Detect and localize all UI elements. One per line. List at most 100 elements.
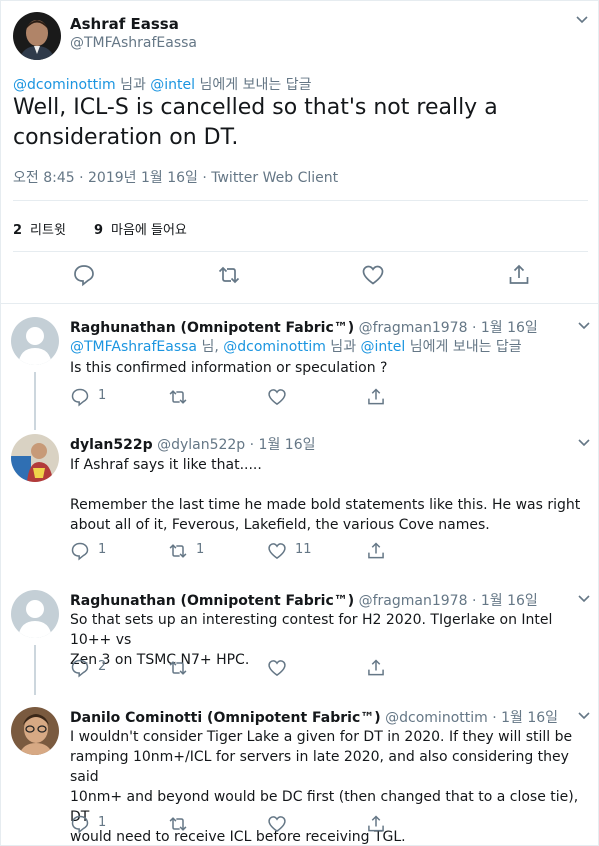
reply-text-line: about all of it, Feverous, Lakefield, th… xyxy=(70,517,490,533)
like-icon[interactable] xyxy=(361,263,385,287)
reply-author-name[interactable]: Raghunathan (Omnipotent Fabric™) xyxy=(70,320,354,336)
divider xyxy=(1,303,599,304)
reply-tweet[interactable]: Danilo Cominotti (Omnipotent Fabric™) @d… xyxy=(1,707,599,845)
reply-text-line: would need to receive ICL before receivi… xyxy=(70,829,406,845)
mention-link[interactable]: @TMFAshrafEassa xyxy=(70,339,197,355)
share-icon xyxy=(366,814,386,834)
reply-date[interactable]: 1월 16일 xyxy=(481,593,538,609)
reply-author-handle[interactable]: @dylan522p xyxy=(157,437,245,453)
thread-line xyxy=(34,645,36,695)
likes-count[interactable]: 9 xyxy=(94,223,103,238)
mention-link[interactable]: @intel xyxy=(361,339,406,355)
avatar[interactable] xyxy=(11,434,59,482)
reply-count: 1 xyxy=(98,542,107,557)
reply-header: Raghunathan (Omnipotent Fabric™) @fragma… xyxy=(70,590,538,610)
reply-text: So that sets up an interesting contest f… xyxy=(70,610,590,670)
avatar[interactable] xyxy=(11,707,59,755)
reply-date[interactable]: 1월 16일 xyxy=(501,710,558,726)
retweet-icon[interactable] xyxy=(217,263,241,287)
main-action-bar xyxy=(1,263,599,293)
dot-separator: · xyxy=(249,437,255,453)
tweet-thread: Ashraf Eassa @TMFAshrafEassa @dcominotti… xyxy=(0,0,599,846)
reply-text-line: So that sets up an interesting contest f… xyxy=(70,612,553,648)
reply-author-name[interactable]: Danilo Cominotti (Omnipotent Fabric™) xyxy=(70,710,381,726)
like-icon xyxy=(267,658,287,678)
reply-text-line: If Ashraf says it like that..... xyxy=(70,457,262,473)
reply-suffix: 님에게 보내는 답글 xyxy=(195,77,312,93)
likes-label[interactable]: 마음에 들어요 xyxy=(111,223,187,238)
reply-author-handle[interactable]: @fragman1978 xyxy=(359,320,468,336)
retweet-icon xyxy=(168,658,188,678)
reply-text-line: Is this confirmed information or specula… xyxy=(70,360,388,376)
like-icon xyxy=(267,814,287,834)
reply-date[interactable]: 1월 16일 xyxy=(481,320,538,336)
reply-icon[interactable] xyxy=(72,263,96,287)
reply-connector: 님, xyxy=(197,339,224,355)
avatar[interactable] xyxy=(13,12,61,60)
reply-text-line: ramping 10nm+/ICL for servers in late 20… xyxy=(70,749,569,785)
chevron-down-icon[interactable] xyxy=(577,321,591,331)
reply-tweet[interactable]: dylan522p @dylan522p · 1월 16일 If Ashraf … xyxy=(1,434,599,582)
reply-icon xyxy=(70,658,90,678)
chevron-down-icon[interactable] xyxy=(577,594,591,604)
reply-count: 2 xyxy=(98,659,107,674)
reply-to-line: @dcominottim 님과 @intel 님에게 보내는 답글 xyxy=(13,74,311,94)
author-name[interactable]: Ashraf Eassa xyxy=(70,15,179,33)
reply-author-name[interactable]: dylan522p xyxy=(70,437,153,453)
reply-text: If Ashraf says it like that..... Remembe… xyxy=(70,455,590,535)
reply-text-line: 10nm+ and beyond would be DC first (then… xyxy=(70,789,579,825)
reply-text-line xyxy=(70,475,590,495)
dot-separator: · xyxy=(492,710,497,726)
like-icon xyxy=(267,541,287,561)
share-icon xyxy=(366,541,386,561)
avatar[interactable] xyxy=(11,317,59,365)
chevron-down-icon[interactable] xyxy=(577,711,591,721)
reply-text-line: I wouldn't consider Tiger Lake a given f… xyxy=(70,729,573,745)
reply-text: Is this confirmed information or specula… xyxy=(70,358,590,378)
retweets-label[interactable]: 리트윗 xyxy=(30,223,66,238)
reply-date[interactable]: 1월 16일 xyxy=(259,437,316,453)
tweet-timestamp[interactable]: 오전 8:45 · 2019년 1월 16일 · Twitter Web Cli… xyxy=(13,167,338,187)
retweets-count[interactable]: 2 xyxy=(13,223,22,238)
reply-header: dylan522p @dylan522p · 1월 16일 xyxy=(70,434,315,454)
reply-author-handle[interactable]: @dcominottim xyxy=(385,710,488,726)
tweet-text: Well, ICL-S is cancelled so that's not r… xyxy=(13,95,498,150)
reply-author-handle[interactable]: @fragman1978 xyxy=(359,593,468,609)
share-icon xyxy=(366,658,386,678)
thread-line xyxy=(34,372,36,430)
main-tweet: Ashraf Eassa @TMFAshrafEassa @dcominotti… xyxy=(1,1,599,304)
author-handle[interactable]: @TMFAshrafEassa xyxy=(70,35,197,51)
mention-link[interactable]: @dcominottim xyxy=(223,339,326,355)
reply-tweet[interactable]: Raghunathan (Omnipotent Fabric™) @fragma… xyxy=(1,317,599,430)
reply-header: Raghunathan (Omnipotent Fabric™) @fragma… xyxy=(70,317,538,337)
reply-icon xyxy=(70,541,90,561)
reply-icon xyxy=(70,814,90,834)
tweet-stats: 2 리트윗 9 마음에 들어요 xyxy=(13,219,187,238)
retweet-icon xyxy=(168,541,188,561)
chevron-down-icon[interactable] xyxy=(577,438,591,448)
reply-count: 1 xyxy=(98,388,107,403)
reply-tweet[interactable]: Raghunathan (Omnipotent Fabric™) @fragma… xyxy=(1,590,599,695)
share-icon[interactable] xyxy=(507,263,531,287)
like-icon xyxy=(267,387,287,407)
retweet-icon xyxy=(168,387,188,407)
reply-to-line: @TMFAshrafEassa 님, @dcominottim 님과 @inte… xyxy=(70,337,590,357)
dot-separator: · xyxy=(471,320,477,336)
retweet-count: 1 xyxy=(196,542,205,557)
avatar[interactable] xyxy=(11,590,59,638)
mention-link[interactable]: @intel xyxy=(150,77,195,93)
reply-text-line: Remember the last time he made bold stat… xyxy=(70,497,581,513)
reply-connector: 님과 xyxy=(325,339,361,355)
share-icon xyxy=(366,387,386,407)
reply-suffix: 님에게 보내는 답글 xyxy=(405,339,522,355)
reply-header: Danilo Cominotti (Omnipotent Fabric™) @d… xyxy=(70,707,558,727)
reply-connector: 님과 xyxy=(115,77,151,93)
divider xyxy=(13,251,588,252)
chevron-down-icon[interactable] xyxy=(575,15,589,25)
reply-count: 1 xyxy=(98,815,107,830)
reply-author-name[interactable]: Raghunathan (Omnipotent Fabric™) xyxy=(70,593,354,609)
like-count: 11 xyxy=(295,542,312,557)
mention-link[interactable]: @dcominottim xyxy=(13,77,116,93)
divider xyxy=(13,200,588,201)
dot-separator: · xyxy=(471,593,477,609)
